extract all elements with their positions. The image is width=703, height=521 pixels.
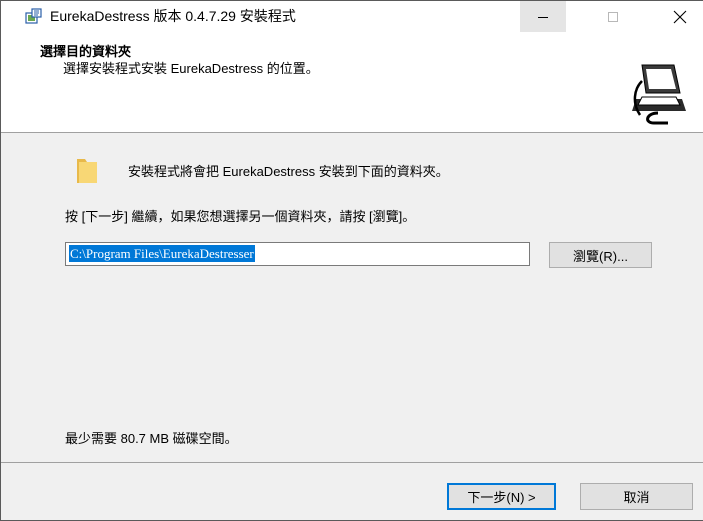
next-button[interactable]: 下一步(N) > <box>447 483 556 510</box>
install-path-input[interactable]: C:\Program Files\EurekaDestresser <box>65 242 530 266</box>
disk-space-required: 最少需要 80.7 MB 磁碟空間。 <box>65 431 238 446</box>
minimize-button[interactable] <box>520 1 566 32</box>
page-subtitle: 選擇安裝程式安裝 EurekaDestress 的位置。 <box>63 61 319 76</box>
install-path-value: C:\Program Files\EurekaDestresser <box>69 245 255 262</box>
title-bar[interactable]: EurekaDestress 版本 0.4.7.29 安裝程式 <box>1 1 703 32</box>
browse-button[interactable]: 瀏覽(R)... <box>549 242 652 268</box>
browse-instructions: 按 [下一步] 繼續，如果您想選擇另一個資料夾，請按 [瀏覽]。 <box>65 209 416 224</box>
installer-window: EurekaDestress 版本 0.4.7.29 安裝程式 選擇目的資料夾 … <box>0 0 703 521</box>
installer-app-icon <box>25 8 42 24</box>
cancel-button[interactable]: 取消 <box>580 483 693 510</box>
page-title: 選擇目的資料夾 <box>40 44 132 59</box>
maximize-icon <box>608 11 618 22</box>
folder-icon <box>77 159 97 183</box>
close-icon <box>673 10 687 23</box>
close-button[interactable] <box>657 1 703 32</box>
maximize-button[interactable] <box>590 1 636 32</box>
window-title: EurekaDestress 版本 0.4.7.29 安裝程式 <box>50 8 296 24</box>
footer-divider <box>1 462 703 463</box>
install-intro-text: 安裝程式將會把 EurekaDestress 安裝到下面的資料夾。 <box>128 164 449 179</box>
installer-computer-icon <box>628 59 690 125</box>
minimize-icon <box>538 16 548 18</box>
